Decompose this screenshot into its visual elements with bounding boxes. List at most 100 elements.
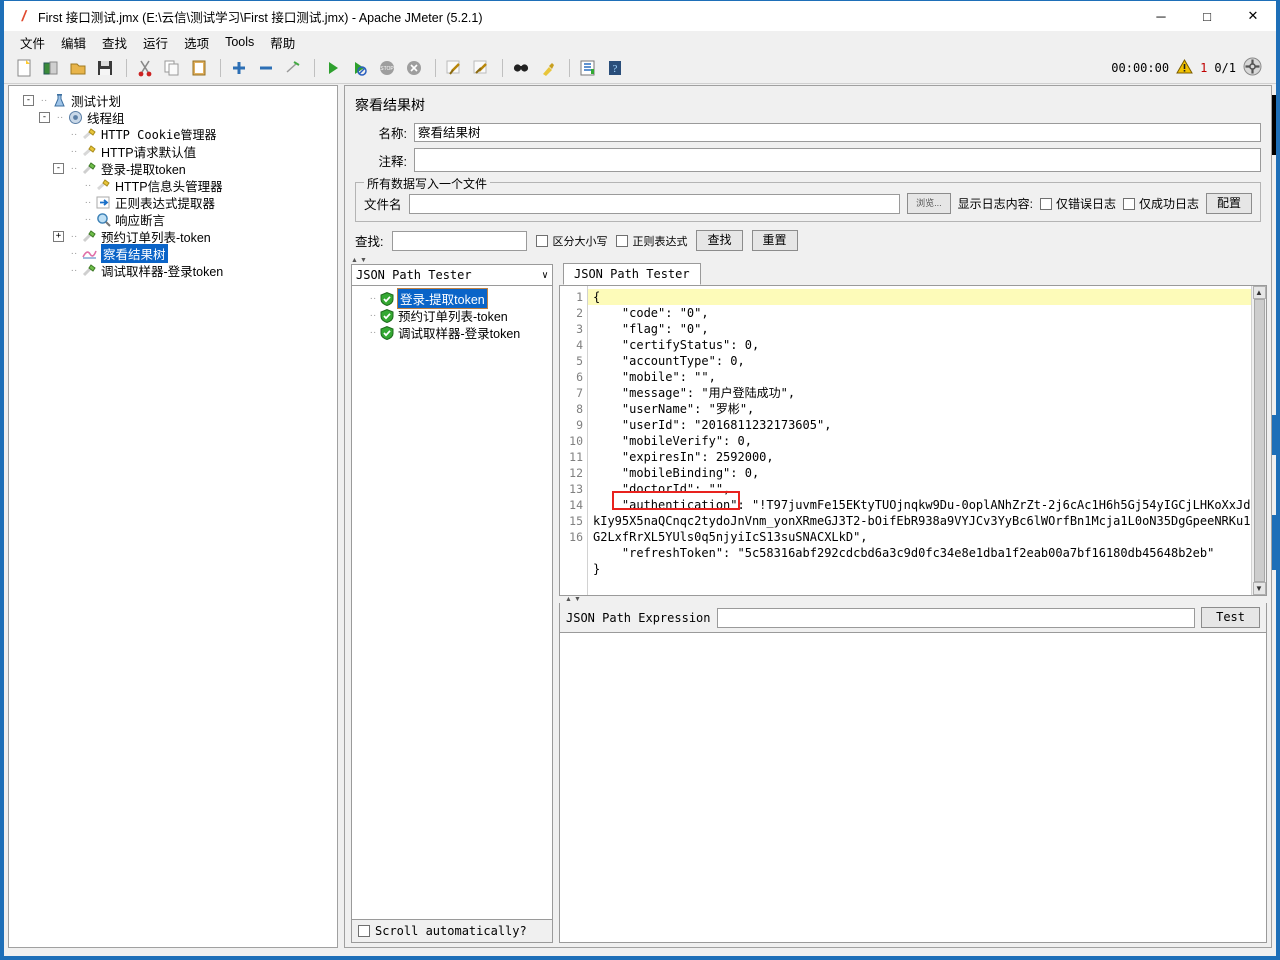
list-item[interactable]: ·· 登录-提取token [356, 288, 552, 309]
comment-input[interactable] [414, 148, 1261, 172]
regex-checkbox[interactable]: 正则表达式 [616, 233, 687, 249]
toolbar: STOP ? 00:00:00 1 0/1 [4, 53, 1276, 84]
vertical-scrollbar[interactable]: ▲ ▼ [1251, 286, 1266, 595]
test-button[interactable]: Test [1201, 607, 1260, 628]
minimize-button[interactable]: ─ [1138, 1, 1184, 31]
filename-input[interactable] [408, 193, 901, 214]
expand-all-icon[interactable] [227, 56, 251, 80]
search-icon[interactable] [509, 56, 533, 80]
horizontal-splitter[interactable]: ▲ ▼ [345, 257, 1271, 264]
menu-search[interactable]: 查找 [94, 31, 135, 54]
checkbox-box-icon[interactable] [1122, 197, 1135, 210]
start-no-pauses-icon[interactable] [348, 56, 372, 80]
menu-tools[interactable]: Tools [217, 33, 262, 51]
scroll-up-icon[interactable]: ▲ [1252, 286, 1266, 299]
menu-options[interactable]: 选项 [176, 31, 217, 54]
help-icon[interactable]: ? [603, 56, 627, 80]
clear-icon[interactable] [442, 56, 466, 80]
splitter-up-arrow-icon[interactable]: ▲ [351, 257, 358, 264]
tab-json-path-tester[interactable]: JSON Path Tester [563, 263, 701, 285]
tree-toggle-icon[interactable]: - [39, 112, 50, 123]
open-folder-icon[interactable] [66, 56, 90, 80]
name-input[interactable]: 察看结果树 [414, 123, 1261, 142]
tree-connector: ·· [70, 265, 78, 276]
checkbox-box-icon[interactable] [358, 925, 370, 937]
function-helper-icon[interactable] [576, 56, 600, 80]
renderer-dropdown[interactable]: JSON Path Tester ∨ [352, 265, 552, 286]
tree-toggle-icon[interactable]: - [23, 95, 34, 106]
config-element-icon [81, 144, 98, 159]
reset-button[interactable]: 重置 [751, 230, 798, 251]
collapse-all-icon[interactable] [254, 56, 278, 80]
search-reset-icon[interactable] [536, 56, 560, 80]
templates-icon[interactable] [39, 56, 63, 80]
tree-item-test-plan[interactable]: - ·· 测试计划 [15, 92, 337, 109]
configure-button[interactable]: 配置 [1205, 193, 1252, 214]
viewer-splitter[interactable]: ▲ ▼ [559, 596, 1267, 603]
menu-run[interactable]: 运行 [135, 31, 176, 54]
chevron-down-icon[interactable]: ∨ [542, 270, 548, 281]
menu-help[interactable]: 帮助 [262, 31, 303, 54]
errors-only-checkbox[interactable]: 仅错误日志 [1039, 195, 1116, 212]
list-item[interactable]: ·· 调试取样器-登录token [356, 324, 552, 341]
scroll-automatically-checkbox[interactable]: Scroll automatically? [352, 919, 552, 942]
svg-text:?: ? [613, 63, 618, 75]
checkbox-box-icon[interactable] [1039, 197, 1052, 210]
clear-all-icon[interactable] [469, 56, 493, 80]
new-document-icon[interactable] [12, 56, 36, 80]
tree-item-view-results-tree[interactable]: ·· 察看结果树 [15, 244, 337, 263]
search-button[interactable]: 查找 [696, 230, 743, 251]
success-only-checkbox[interactable]: 仅成功日志 [1122, 195, 1199, 212]
tree-item-http-cookie-manager[interactable]: ·· HTTP Cookie管理器 [15, 126, 337, 143]
sample-list[interactable]: ·· 登录-提取token ·· 预约订单列表-token ·· 调试取样器-登… [352, 286, 552, 919]
sampler-icon [81, 161, 98, 176]
splitter-up-arrow-icon[interactable]: ▲ [565, 596, 572, 603]
thread-group-icon [67, 110, 84, 125]
checkbox-box-icon[interactable] [536, 234, 549, 247]
line-number-gutter: 1 2 3 4 5 6 7 8 9 10 11 12 13 14 15 16 [560, 286, 588, 595]
tree-toggle-icon[interactable]: + [53, 231, 64, 242]
tree-item-thread-group[interactable]: - ·· 线程组 [15, 109, 337, 126]
toolbar-separator [126, 59, 127, 77]
tree-item-response-assertion[interactable]: ·· 响应断言 [15, 211, 337, 228]
json-content[interactable]: { "code": "0", "flag": "0", "certifyStat… [588, 286, 1251, 595]
warning-triangle-icon[interactable] [1176, 58, 1193, 77]
json-path-expression-input[interactable] [716, 607, 1196, 628]
sample-result-pane: JSON Path Tester ∨ ·· 登录-提取token ·· 预约订单… [351, 264, 553, 943]
list-item[interactable]: ·· 预约订单列表-token [356, 307, 552, 324]
cut-icon[interactable] [133, 56, 157, 80]
checkbox-box-icon[interactable] [616, 234, 629, 247]
search-input[interactable] [392, 230, 528, 251]
menu-edit[interactable]: 编辑 [53, 31, 94, 54]
paste-icon[interactable] [187, 56, 211, 80]
tree-item-login-extract-token[interactable]: - ·· 登录-提取token [15, 160, 337, 177]
browse-button[interactable]: 浏览... [907, 193, 951, 214]
screen-edge-artifacts [1272, 85, 1276, 948]
toggle-icon[interactable] [281, 56, 305, 80]
scroll-down-icon[interactable]: ▼ [1252, 582, 1266, 595]
response-body-viewer[interactable]: 1 2 3 4 5 6 7 8 9 10 11 12 13 14 15 16 {… [559, 286, 1267, 596]
navigate-icon[interactable] [1243, 57, 1262, 79]
tree-item-label: 调试取样器-登录token [101, 265, 224, 279]
name-label: 名称: [378, 127, 407, 141]
copy-icon[interactable] [160, 56, 184, 80]
splitter-down-arrow-icon[interactable]: ▼ [360, 257, 367, 264]
tree-connector: ·· [84, 197, 92, 208]
tree-toggle-icon[interactable]: - [53, 163, 64, 174]
case-sensitive-checkbox[interactable]: 区分大小写 [536, 233, 607, 249]
start-icon[interactable] [321, 56, 345, 80]
tree-item-http-header-manager[interactable]: ·· HTTP信息头管理器 [15, 177, 337, 194]
tree-item-debug-sampler-login-token[interactable]: ·· 调试取样器-登录token [15, 262, 337, 279]
test-plan-tree[interactable]: - ·· 测试计划 - ·· 线程组 ·· HTTP Cookie管理器 ·· … [8, 85, 338, 948]
tree-item-http-request-defaults[interactable]: ·· HTTP请求默认值 [15, 143, 337, 160]
tree-item-order-list-token[interactable]: + ·· 预约订单列表-token [15, 228, 337, 245]
splitter-down-arrow-icon[interactable]: ▼ [574, 596, 581, 603]
json-path-result-area[interactable] [559, 633, 1267, 943]
menu-file[interactable]: 文件 [12, 31, 53, 54]
tree-connector: ·· [56, 112, 64, 123]
maximize-button[interactable]: □ [1184, 1, 1230, 31]
tree-item-regex-extractor[interactable]: ·· 正则表达式提取器 [15, 194, 337, 211]
close-button[interactable]: ✕ [1230, 1, 1276, 31]
scrollbar-thumb[interactable] [1253, 299, 1265, 582]
save-icon[interactable] [93, 56, 117, 80]
